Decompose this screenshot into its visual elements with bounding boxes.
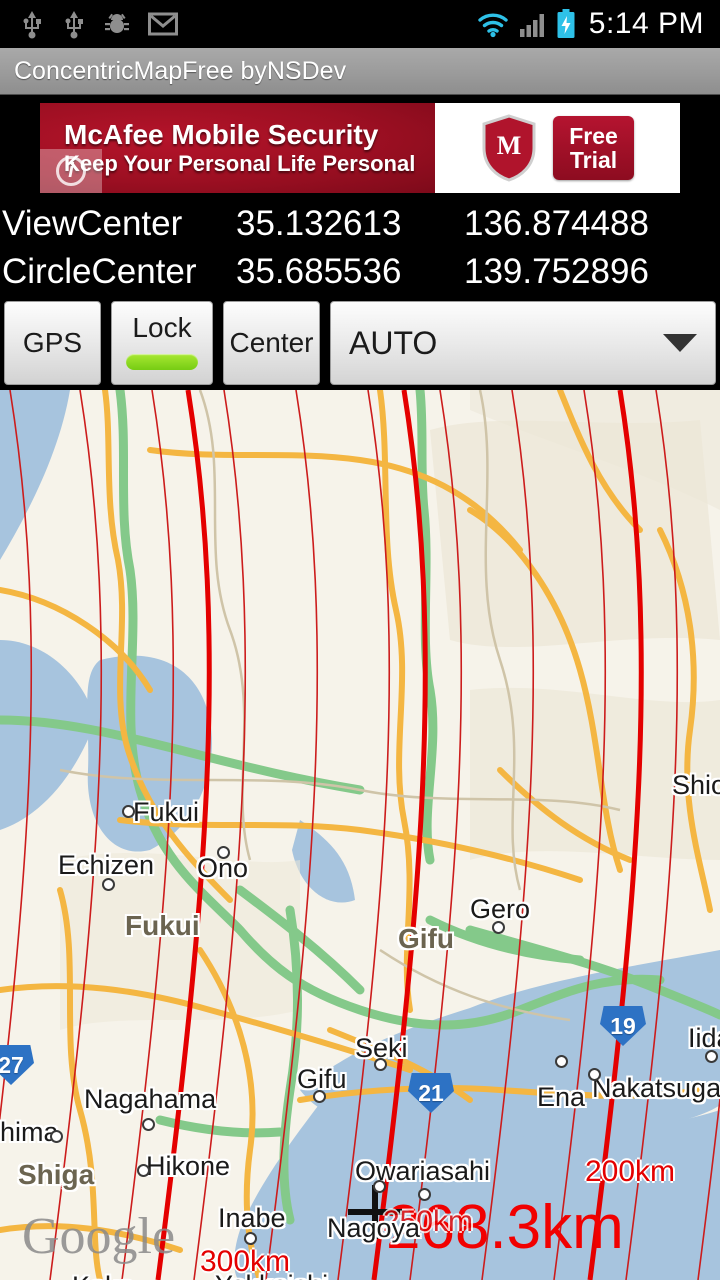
lock-state-indicator [126,354,198,370]
control-bar: GPS Lock Center AUTO [0,296,720,390]
ad-headline: McAfee Mobile Security [64,118,379,150]
city-dot [492,921,505,934]
circle-center-latitude: 35.685536 [236,252,402,291]
city-label: Hikone [146,1151,231,1181]
city-dot [122,805,135,818]
mode-dropdown[interactable]: AUTO [330,301,716,385]
ad-text-panel: McAfee Mobile Security Keep Your Persona… [40,103,435,193]
status-bar: 5:14 PM [0,0,720,48]
wifi-icon [478,13,508,38]
city-label: Echizen [58,850,155,880]
circle-center-longitude: 139.752896 [464,252,649,291]
ad-cta-button[interactable]: Free Trial [553,115,634,181]
center-button[interactable]: Center [223,301,320,385]
gps-button-label: GPS [22,327,83,358]
city-label: Shio [672,770,720,800]
chevron-down-icon [663,334,697,352]
city-dot [142,1118,155,1131]
cellular-signal-icon [519,14,544,37]
city-dot [705,1050,718,1063]
city-label: Iida [688,1023,720,1053]
app-title: ConcentricMapFree byNSDev [14,56,347,85]
city-dot [418,1188,431,1201]
prefecture-label: Shiga [18,1159,95,1190]
ad-cta-line1: Free [569,122,618,149]
city-dot [244,1232,257,1245]
ad-logo-panel: M Free Trial [435,103,680,193]
view-center-label: ViewCenter [2,204,183,243]
ring-distance-label: 200km [585,1155,676,1188]
map-view[interactable]: 268.3km 200km 250km 300km 350km Fukui Gi… [0,390,720,1280]
app-root: 5:14 PM ConcentricMapFree byNSDev McAfee… [0,0,720,1280]
status-bar-notification-icons [0,9,178,39]
ad-banner[interactable]: McAfee Mobile Security Keep Your Persona… [40,103,680,193]
city-label: Koka [72,1271,134,1280]
center-button-label: Center [229,327,314,358]
city-label: Inabe [218,1203,286,1233]
city-dot [313,1090,326,1103]
prefecture-label: Fukui [125,910,200,941]
svg-text:M: M [497,131,522,160]
mode-dropdown-value: AUTO [349,324,438,361]
circle-center-row: CircleCenter 35.685536 139.752896 [0,248,720,296]
battery-charging-icon [557,9,575,38]
lock-toggle-button[interactable]: Lock [111,301,213,385]
gmail-icon [148,12,178,36]
city-label: Nagoya [327,1213,421,1243]
city-dot [588,1068,601,1081]
city-dot [102,878,115,891]
ad-info-badge[interactable]: i [40,149,102,193]
status-bar-system-icons: 5:14 PM [476,7,720,41]
city-label: Nakatsuga [592,1073,720,1103]
coordinate-readout: ViewCenter 35.132613 136.874488 CircleCe… [0,200,720,296]
city-dot [50,1130,63,1143]
gps-button[interactable]: GPS [4,301,101,385]
city-label: Nagahama [84,1084,217,1114]
map-canvas [0,390,720,1280]
ad-banner-zone: McAfee Mobile Security Keep Your Persona… [0,95,720,200]
usb-icon [65,11,83,39]
city-label: Ena [537,1082,586,1112]
city-label: Yokkaichi [215,1270,328,1280]
ad-cta-line2: Trial [569,147,618,173]
city-dot [374,1058,387,1071]
lock-button-label: Lock [132,312,192,343]
mcafee-shield-icon: M [482,114,536,182]
usb-icon [23,11,41,39]
prefecture-label: Gifu [398,923,454,954]
view-center-latitude: 35.132613 [236,204,402,243]
circle-center-label: CircleCenter [2,252,197,291]
app-title-bar: ConcentricMapFree byNSDev [0,48,720,95]
android-debug-bug-icon [105,13,129,33]
status-bar-clock: 5:14 PM [588,7,704,40]
city-dot [373,1180,386,1193]
view-center-row: ViewCenter 35.132613 136.874488 [0,200,720,248]
city-dot [217,846,230,859]
info-icon: i [56,156,86,186]
city-dot [555,1055,568,1068]
view-center-longitude: 136.874488 [464,204,649,243]
city-dot [137,1164,150,1177]
google-attribution: Google [22,1208,176,1265]
city-label: Fukui [133,797,200,827]
ad-subline: Keep Your Personal Life Personal [64,151,416,177]
